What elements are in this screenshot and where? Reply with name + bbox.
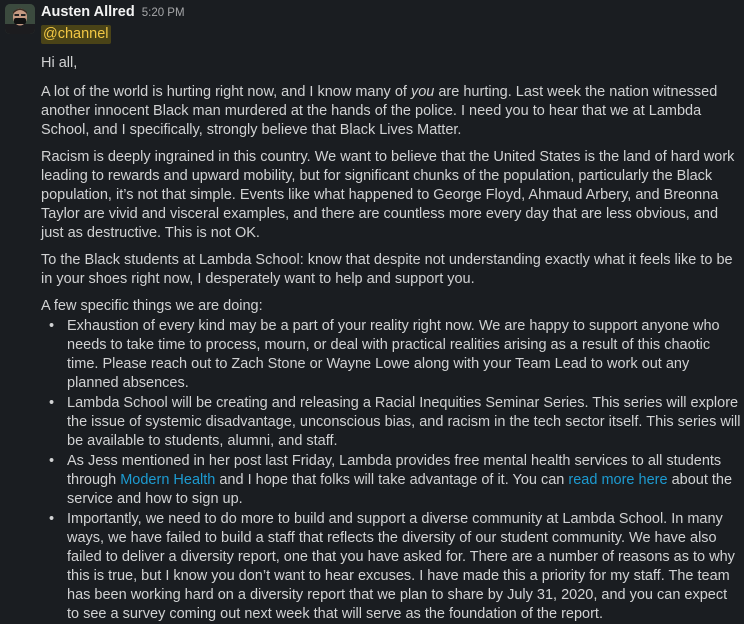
list-item: • Lambda School will be creating and rel…: [49, 395, 741, 449]
channel-mention[interactable]: @channel: [41, 25, 111, 44]
list-item: • Exhaustion of every kind may be a part…: [49, 318, 720, 391]
message: Austen Allred 5:20 PM @channel Hi all, A…: [0, 0, 744, 622]
paragraph-2: Racism is deeply ingrained in this count…: [41, 149, 735, 241]
list-intro: A few specific things we are doing:: [41, 298, 263, 314]
list-item: • Importantly, we need to do more to bui…: [49, 511, 735, 622]
message-header: Austen Allred 5:20 PM: [41, 4, 741, 22]
bullet-icon: •: [49, 318, 55, 334]
bullet-icon: •: [49, 395, 55, 411]
avatar[interactable]: [5, 4, 35, 34]
author-name[interactable]: Austen Allred: [41, 4, 135, 20]
modern-health-link[interactable]: Modern Health: [120, 472, 215, 488]
timestamp[interactable]: 5:20 PM: [142, 7, 185, 19]
paragraph-1: A lot of the world is hurting right now,…: [41, 84, 718, 138]
read-more-link[interactable]: read more here: [568, 472, 667, 488]
paragraph-3: To the Black students at Lambda School: …: [41, 252, 733, 287]
bullet-icon: •: [49, 511, 55, 527]
bullet-icon: •: [49, 453, 55, 469]
bullet-list: • Exhaustion of every kind may be a part…: [41, 317, 741, 624]
message-body: Austen Allred 5:20 PM @channel Hi all, A…: [41, 4, 741, 624]
list-item: • As Jess mentioned in her post last Fri…: [49, 453, 733, 507]
greeting: Hi all,: [41, 55, 78, 71]
